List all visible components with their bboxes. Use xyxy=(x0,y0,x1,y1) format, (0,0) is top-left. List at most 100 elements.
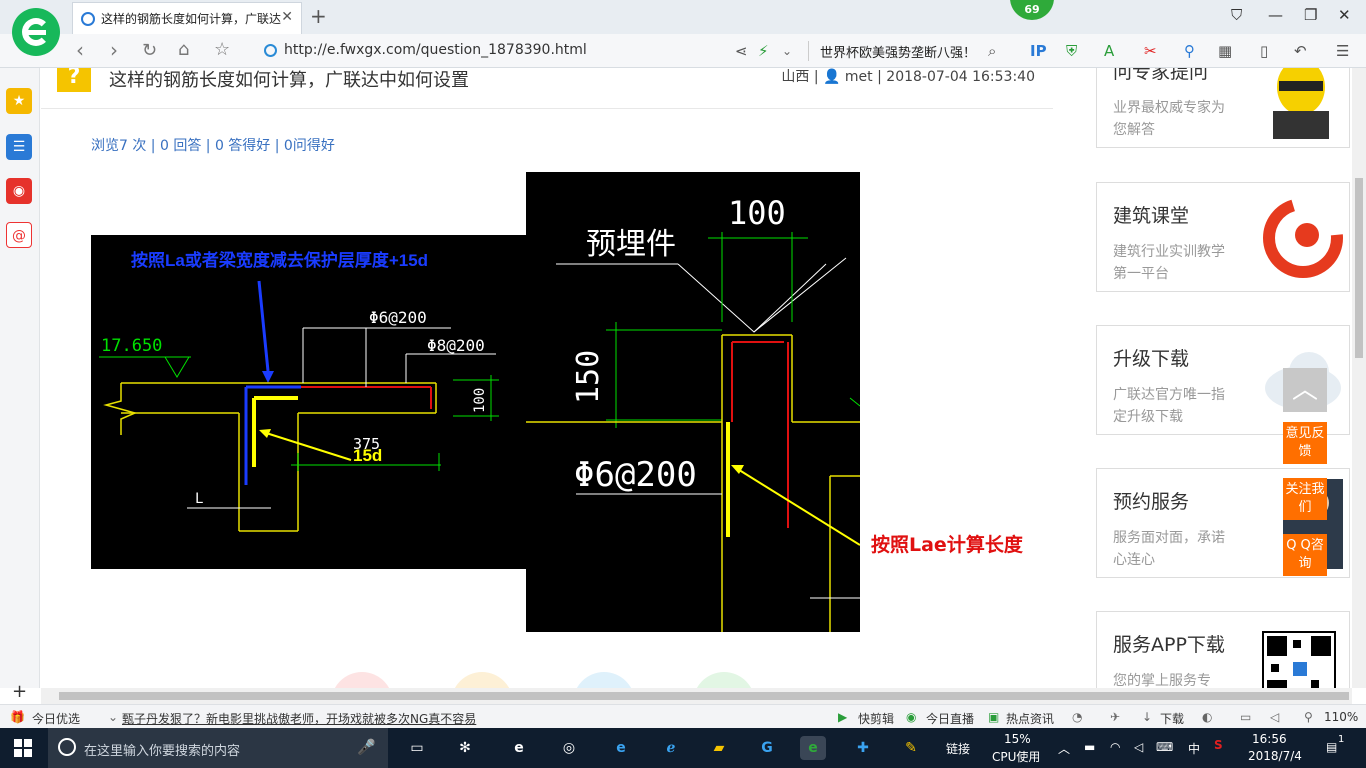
notification-icon[interactable]: ▤ xyxy=(1326,740,1337,754)
dim-100-right: 100 xyxy=(728,194,786,232)
cad-drawing-right: 预埋件 100 150 Φ6@200 xyxy=(526,172,861,632)
wifi-icon[interactable]: ◠ xyxy=(1110,740,1120,754)
qr-code-icon[interactable] xyxy=(1253,622,1343,688)
vertical-scrollbar[interactable] xyxy=(1352,68,1366,688)
elevation-label: 17.650 xyxy=(101,336,162,356)
action-circle-3[interactable] xyxy=(573,672,635,688)
refresh-button[interactable]: ↻ xyxy=(142,40,157,61)
news-ticker[interactable]: 世界杯欧美强势垄断八强！ xyxy=(820,42,976,61)
meta-location[interactable]: 山西 xyxy=(781,69,809,85)
action-circle-2[interactable] xyxy=(451,672,513,688)
add-sidebar-icon[interactable]: + xyxy=(12,681,27,702)
ime-indicator[interactable]: 中 xyxy=(1188,740,1200,757)
window-icon[interactable]: ▭ xyxy=(1240,710,1251,724)
tray-up-icon[interactable]: ︿ xyxy=(1058,740,1070,757)
action-circle-1[interactable] xyxy=(331,672,393,688)
search-icon[interactable]: ⌕ xyxy=(988,42,996,60)
windows-start-icon[interactable] xyxy=(14,739,32,757)
back-button[interactable]: ‹ xyxy=(76,38,84,62)
notification-badge[interactable]: 69 xyxy=(1010,0,1054,20)
volume-icon[interactable]: ◁ xyxy=(1134,740,1143,754)
card-classroom[interactable]: 建筑课堂 建筑行业实训教学第一平台 xyxy=(1096,182,1350,292)
minimize-button[interactable]: — xyxy=(1268,6,1283,24)
taskbar-search[interactable]: 在这里输入你要搜索的内容 🎤 xyxy=(48,728,388,768)
app-plus-icon[interactable]: ✚ xyxy=(850,736,876,760)
shield-icon[interactable]: ⛨ xyxy=(1066,42,1077,60)
close-window-button[interactable]: ✕ xyxy=(1338,6,1351,24)
live-link[interactable]: 今日直播 xyxy=(926,710,974,727)
chevron-down-icon[interactable]: ⌄ xyxy=(782,44,792,58)
new-tab-button[interactable]: + xyxy=(310,4,327,28)
sogou-icon[interactable]: S xyxy=(1214,738,1223,752)
url-text[interactable]: http://e.fwxgx.com/question_1878390.html xyxy=(284,42,587,58)
pin-icon[interactable]: ✈ xyxy=(1110,710,1120,724)
forward-button[interactable]: › xyxy=(110,38,118,62)
question-title: 这样的钢筋长度如何计算，广联达中如何设置 xyxy=(109,70,469,91)
headline-link[interactable]: 甄子丹发狠了？新电影里挑战傲老师，开场戏就被多次NG真不容易 xyxy=(122,710,476,727)
file-explorer-icon[interactable]: ▰ xyxy=(706,736,732,760)
reading-list-icon[interactable]: ☰ xyxy=(6,134,32,160)
label-L: L xyxy=(195,491,203,507)
app-bell-icon[interactable]: ◎ xyxy=(556,736,582,760)
browser-logo-icon[interactable] xyxy=(12,8,60,56)
menu-icon[interactable]: ☰ xyxy=(1336,42,1349,60)
status-bar: 🎁 今日优选 ⌄ 甄子丹发狠了？新电影里挑战傲老师，开场戏就被多次NG真不容易 … xyxy=(0,704,1366,728)
shirt-skin-icon[interactable]: ⛉ xyxy=(1231,6,1242,24)
clock-date[interactable]: 2018/7/4 xyxy=(1248,749,1302,763)
restore-button[interactable]: ❐ xyxy=(1304,6,1317,24)
ie-icon[interactable]: ℯ xyxy=(658,736,684,760)
home-button[interactable]: ⌂ xyxy=(178,39,189,60)
speed-icon[interactable]: ◔ xyxy=(1072,710,1082,724)
download-link[interactable]: 下载 xyxy=(1160,710,1184,727)
microphone-icon[interactable]: 🎤 xyxy=(357,738,376,756)
taskbar-search-placeholder: 在这里输入你要搜索的内容 xyxy=(84,744,241,759)
edge-icon[interactable]: e xyxy=(608,736,634,760)
battery-icon[interactable]: ▬ xyxy=(1084,740,1095,754)
zoom-level[interactable]: 110% xyxy=(1324,710,1358,724)
card-app[interactable]: 服务APP下载 您的掌上服务专 xyxy=(1096,611,1350,688)
clean-icon[interactable]: ◐ xyxy=(1202,710,1212,724)
clock-time[interactable]: 16:56 xyxy=(1252,732,1287,746)
lightning-icon[interactable]: ⚡ xyxy=(758,42,769,60)
tab-close-icon[interactable]: ✕ xyxy=(281,9,293,25)
favorite-star-button[interactable]: ☆ xyxy=(214,39,230,60)
ip-extension-icon[interactable]: IP xyxy=(1030,42,1047,60)
tab-title: 这样的钢筋长度如何计算，广联达 xyxy=(101,12,281,26)
meta-user[interactable]: met xyxy=(845,69,873,85)
back-to-top-button[interactable]: ︿ xyxy=(1283,368,1327,412)
hotnews-link[interactable]: 热点资讯 xyxy=(1006,710,1054,727)
scissors-icon[interactable]: ✂ xyxy=(1144,42,1157,60)
email-icon[interactable]: @ xyxy=(6,222,32,248)
card-expert[interactable]: 问专家提问 业界最权威专家为您解答 xyxy=(1096,68,1350,148)
browser-e-icon[interactable]: e xyxy=(506,736,532,760)
feedback-button[interactable]: 意见反馈 xyxy=(1283,422,1327,464)
card-desc: 业界最权威专家为您解答 xyxy=(1113,100,1225,138)
undo-icon[interactable]: ↶ xyxy=(1294,42,1307,60)
browser-360-icon[interactable]: e xyxy=(800,736,826,760)
horizontal-scrollbar[interactable] xyxy=(41,688,1352,704)
mute-icon[interactable]: ◁ xyxy=(1270,710,1279,724)
download-icon: ↓ xyxy=(1142,710,1153,724)
follow-us-button[interactable]: 关注我们 xyxy=(1283,478,1327,520)
kuaijianji-link[interactable]: 快剪辑 xyxy=(858,710,894,727)
favorites-star-icon[interactable]: ★ xyxy=(6,88,32,114)
phone-icon[interactable]: ▯ xyxy=(1260,42,1268,60)
hotnews-icon: ▣ xyxy=(988,710,1000,724)
magnifier-icon[interactable]: ⚲ xyxy=(1184,42,1195,60)
app-g-icon[interactable]: G xyxy=(754,736,780,760)
action-circle-4[interactable] xyxy=(693,672,755,688)
task-view-icon[interactable]: ▭ xyxy=(404,736,430,760)
chevron-down-icon[interactable]: ⌄ xyxy=(108,710,118,724)
weibo-icon[interactable]: ◉ xyxy=(6,178,32,204)
apps-grid-icon[interactable]: ▦ xyxy=(1218,42,1232,60)
keyboard-icon[interactable]: ⌨ xyxy=(1156,740,1173,754)
share-icon[interactable]: ⋖ xyxy=(735,42,748,60)
fan-app-icon[interactable]: ✻ xyxy=(452,736,478,760)
today-picks[interactable]: 今日优选 xyxy=(32,710,80,727)
translate-icon[interactable]: A xyxy=(1104,42,1114,60)
qq-consult-button[interactable]: Q Q咨询 xyxy=(1283,534,1327,576)
toolbar-link[interactable]: 链接 xyxy=(946,740,970,757)
address-bar[interactable]: http://e.fwxgx.com/question_1878390.html xyxy=(258,39,728,63)
browser-tab[interactable]: 这样的钢筋长度如何计算，广联达 ✕ xyxy=(72,2,302,34)
notepad-icon[interactable]: ✎ xyxy=(898,736,924,760)
